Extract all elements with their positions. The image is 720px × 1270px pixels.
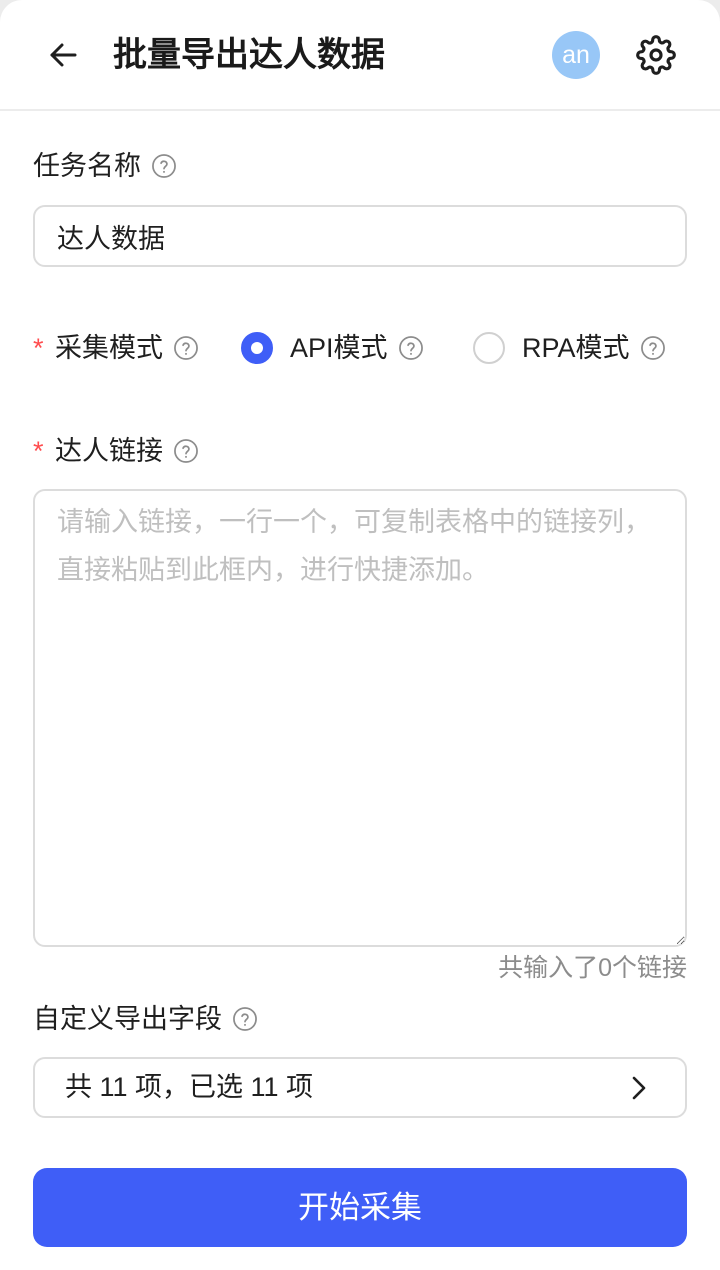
start-collect-button[interactable]: 开始采集 [33,1168,687,1247]
chevron-right-icon [632,1076,646,1100]
export-fields-label: 自定义导出字段 [33,1004,222,1034]
export-fields-label-row: 自定义导出字段 [33,1001,258,1037]
gear-icon [636,35,676,75]
settings-button[interactable] [636,35,676,75]
required-mark: * [33,333,44,363]
task-name-input[interactable] [33,205,687,267]
task-name-label: 任务名称 [33,151,141,181]
radio-option-rpa[interactable]: RPA模式 [473,330,666,366]
question-circle-icon[interactable] [232,1006,258,1032]
export-fields-select[interactable]: 共 11 项，已选 11 项 [33,1057,687,1118]
page: 批量导出达人数据 an 任务名称 * 采集模式 API模式 [0,0,720,1270]
page-title: 批量导出达人数据 [113,36,385,74]
radio-api[interactable] [241,332,273,364]
required-mark: * [33,436,44,466]
radio-rpa[interactable] [473,332,505,364]
radio-rpa-label: RPA模式 [522,333,630,363]
links-label: 达人链接 [55,436,163,466]
arrow-left-icon [50,43,77,67]
avatar[interactable]: an [552,31,600,79]
collect-mode-label-row: * 采集模式 [33,330,199,366]
back-button[interactable] [45,37,81,73]
question-circle-icon[interactable] [398,335,424,361]
task-name-label-row: 任务名称 [33,148,177,184]
collect-mode-label: 采集模式 [55,333,163,363]
radio-option-api[interactable]: API模式 [241,330,424,366]
question-circle-icon[interactable] [173,335,199,361]
export-fields-summary: 共 11 项，已选 11 项 [65,1072,314,1102]
links-textarea[interactable] [33,489,687,947]
link-count: 共输入了0个链接 [498,954,687,982]
question-circle-icon[interactable] [173,438,199,464]
question-circle-icon[interactable] [640,335,666,361]
links-label-row: * 达人链接 [33,433,199,469]
question-circle-icon[interactable] [151,153,177,179]
radio-api-label: API模式 [290,333,388,363]
header: 批量导出达人数据 an [0,0,720,111]
